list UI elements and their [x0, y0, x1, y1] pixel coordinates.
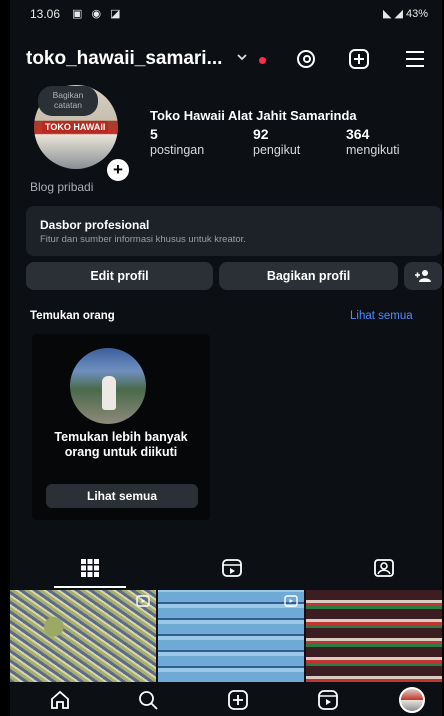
share-profile-button[interactable]: Bagikan profil — [219, 262, 398, 290]
signal-icon: ◣ ◢ — [382, 8, 406, 20]
notification-icons: ▣ ◉ ◪ — [72, 8, 124, 20]
post-thumbnail[interactable] — [158, 590, 304, 682]
edit-profile-button[interactable]: Edit profil — [26, 262, 213, 290]
home-icon[interactable] — [46, 686, 74, 714]
post-grid — [10, 590, 442, 682]
professional-dashboard[interactable]: Dasbor profesional Fitur dan sumber info… — [26, 206, 442, 256]
dashboard-title: Dasbor profesional — [40, 218, 150, 232]
suggestion-text: Temukan lebih banyak orang untuk diikuti — [54, 430, 188, 459]
username[interactable]: toko_hawaii_samari... — [26, 48, 222, 70]
stat-value: 364 — [346, 126, 370, 142]
dashboard-subtitle: Fitur dan sumber informasi khusus untuk … — [40, 234, 246, 245]
post-thumbnail[interactable] — [10, 590, 156, 682]
avatar-store-sign: TOKO HAWAII — [42, 121, 109, 133]
stat-value: 92 — [253, 126, 269, 142]
status-bar: 13.06 ▣ ◉ ◪ ◣ ◢ 43% — [10, 0, 442, 28]
status-time: 13.06 — [30, 7, 61, 21]
reels-icon[interactable] — [314, 686, 342, 714]
search-icon[interactable] — [134, 686, 162, 714]
profile-category: Blog pribadi — [30, 180, 94, 194]
discover-people-title: Temukan orang — [30, 310, 115, 322]
suggestion-photo — [70, 348, 146, 424]
suggestion-card: Temukan lebih banyak orang untuk diikuti… — [32, 334, 210, 520]
profile-header: toko_hawaii_samari... — [10, 40, 442, 78]
bottom-nav — [10, 682, 442, 716]
stat-followers[interactable]: 92 pengikut — [253, 126, 300, 157]
add-person-button[interactable] — [404, 262, 442, 290]
profile-tabs — [10, 548, 442, 588]
tagged-icon[interactable] — [364, 554, 404, 582]
add-person-icon — [415, 270, 431, 282]
add-story-icon[interactable]: + — [104, 156, 132, 184]
stat-value: 5 — [150, 126, 158, 142]
person-figure — [102, 376, 116, 410]
stat-posts[interactable]: 5 postingan — [150, 126, 204, 157]
reel-icon — [136, 594, 150, 612]
grid-icon[interactable] — [70, 554, 110, 582]
plus-square-icon[interactable] — [346, 46, 372, 72]
threads-icon[interactable] — [293, 46, 319, 72]
menu-icon[interactable] — [402, 46, 428, 72]
phone-screen: 13.06 ▣ ◉ ◪ ◣ ◢ 43% toko_hawaii_samari..… — [10, 0, 442, 716]
reels-icon[interactable] — [212, 554, 252, 582]
see-all-button[interactable]: Lihat semua — [46, 484, 198, 508]
reel-icon — [284, 594, 298, 612]
create-icon[interactable] — [224, 686, 252, 714]
post-thumbnail[interactable] — [306, 590, 442, 682]
stat-label: pengikut — [253, 143, 301, 157]
notification-dot — [259, 57, 266, 64]
stat-label: postingan — [150, 143, 205, 157]
stat-following[interactable]: 364 mengikuti — [346, 126, 400, 157]
note-bubble[interactable]: Bagikan catatan — [38, 86, 98, 116]
battery-level: 43% — [405, 8, 428, 20]
active-tab-indicator — [54, 586, 126, 588]
display-name: Toko Hawaii Alat Jahit Samarinda — [150, 108, 357, 123]
chevron-down-icon[interactable] — [236, 50, 248, 66]
status-right: ◣ ◢ 43% — [383, 7, 428, 20]
see-all-link[interactable]: Lihat semua — [350, 310, 413, 322]
avatar — [399, 687, 425, 713]
stat-label: mengikuti — [346, 143, 400, 157]
profile-avatar[interactable] — [398, 686, 426, 714]
